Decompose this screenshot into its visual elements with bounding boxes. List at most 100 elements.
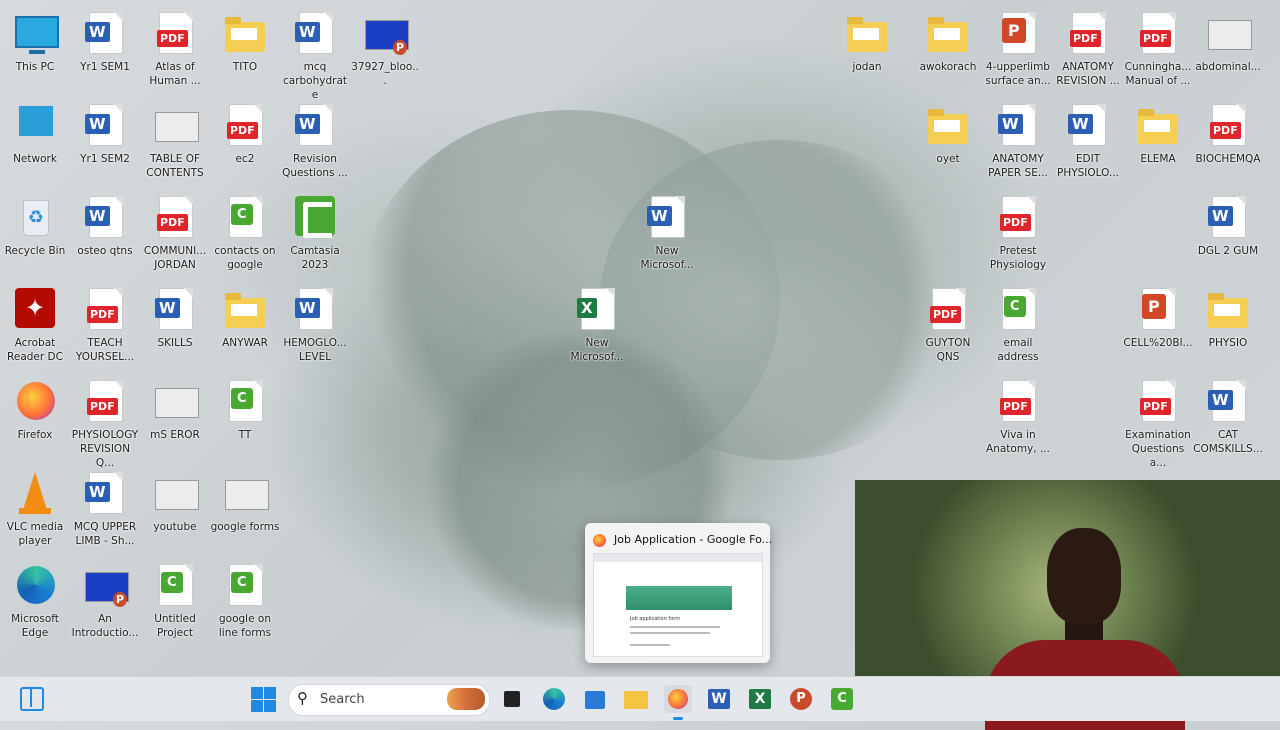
- taskbar-search-box[interactable]: ⚲ Search: [288, 684, 490, 716]
- desktop-icon[interactable]: PDF BIOCHEMQA: [1193, 98, 1263, 186]
- desktop-icon[interactable]: P 4-upperlimb surface an...: [983, 6, 1053, 94]
- excel-taskbar-button[interactable]: X: [746, 685, 774, 713]
- desktop-icon[interactable]: PDF ec2: [210, 98, 280, 186]
- desktop-icon[interactable]: PDF Viva in Anatomy, ...: [983, 374, 1053, 462]
- pdf-icon: PDF: [155, 196, 195, 240]
- desktop-icon[interactable]: abdominal...: [1193, 6, 1263, 94]
- folder-icon: [1208, 288, 1248, 332]
- desktop-icon[interactable]: W Yr1 SEM2: [70, 98, 140, 186]
- desktop-icon[interactable]: PDF Cunningha... Manual of ...: [1123, 6, 1193, 94]
- desktop-icon[interactable]: C Untitled Project: [140, 558, 210, 646]
- desktop-icon[interactable]: ✦ Acrobat Reader DC: [0, 282, 70, 370]
- desktop-icon[interactable]: PDF Examination Questions a...: [1123, 374, 1193, 469]
- widgets-button[interactable]: [18, 685, 46, 713]
- desktop-icon[interactable]: W SKILLS: [140, 282, 210, 370]
- ppt-thumb-icon: P: [365, 12, 409, 56]
- desktop-icon[interactable]: mS EROR: [140, 374, 210, 462]
- vlc-icon: [15, 472, 55, 516]
- desktop-icon[interactable]: This PC: [0, 6, 70, 94]
- thumb-icon: [155, 472, 199, 516]
- desktop-icon-label: Camtasia 2023: [290, 245, 340, 271]
- desktop-icon[interactable]: Network: [0, 98, 70, 186]
- desktop-icon[interactable]: oyet: [913, 98, 983, 186]
- desktop-icon[interactable]: Wmcq carbohydrate: [280, 6, 350, 101]
- desktop-icon-label: Cunningha... Manual of ...: [1124, 61, 1192, 87]
- desktop-icon[interactable]: ANYWAR: [210, 282, 280, 370]
- thumb-icon: [1208, 12, 1252, 56]
- desktop-icon[interactable]: google forms: [210, 466, 280, 554]
- desktop-icon[interactable]: TITO: [210, 6, 280, 94]
- desktop-icon-label: Yr1 SEM2: [80, 153, 130, 165]
- desktop-icon[interactable]: W CAT COMSKILLS...: [1193, 374, 1263, 462]
- preview-line: [630, 626, 720, 628]
- desktop-icon[interactable]: jodan: [832, 6, 902, 94]
- desktop-icon-label: HEMOGLO... LEVEL: [283, 337, 347, 363]
- desktop-icon[interactable]: PDF COMMUNI... JORDAN: [140, 190, 210, 278]
- word-icon: W: [1208, 196, 1248, 240]
- pdf-icon: PDF: [85, 380, 125, 424]
- desktop-icon[interactable]: PDF TEACH YOURSEL...: [70, 282, 140, 370]
- desktop-icon[interactable]: Ccontacts on google: [210, 190, 280, 278]
- search-placeholder: Search: [320, 692, 365, 707]
- store-taskbar-button[interactable]: [581, 685, 609, 713]
- desktop-icon[interactable]: W ANATOMY PAPER SE...: [983, 98, 1053, 186]
- powerpoint-taskbar-button[interactable]: P: [787, 685, 815, 713]
- desktop-icon-label: PHYSIO: [1208, 337, 1248, 349]
- desktop-icon[interactable]: youtube: [140, 466, 210, 554]
- desktop-icon[interactable]: W New Microsof...: [632, 190, 702, 278]
- desktop-icon[interactable]: X New Microsof...: [562, 282, 632, 370]
- task-view-button[interactable]: [498, 685, 526, 713]
- folder-icon: [1138, 104, 1178, 148]
- desktop-icon[interactable]: VLC media player: [0, 466, 70, 554]
- desktop-icon[interactable]: PDF GUYTON QNS: [913, 282, 983, 370]
- desktop-icon-label: contacts on google: [214, 245, 276, 271]
- desktop-icon-label: mcq carbohydrate: [282, 61, 347, 101]
- camtasia-taskbar-button[interactable]: C: [828, 685, 856, 713]
- desktop-icon[interactable]: Camtasia 2023: [280, 190, 350, 278]
- desktop-icon[interactable]: Firefox: [0, 374, 70, 462]
- desktop-icon[interactable]: Cgoogle on line forms: [210, 558, 280, 646]
- desktop-icon-label: PHYSIOLOGY REVISION Q...: [71, 429, 139, 469]
- desktop-icon[interactable]: awokorach: [913, 6, 983, 94]
- desktop-icon[interactable]: W Revision Questions ...: [280, 98, 350, 186]
- word-taskbar-button[interactable]: W: [705, 685, 733, 713]
- window-preview[interactable]: Job application form: [593, 553, 763, 657]
- pdf-icon: PDF: [85, 288, 125, 332]
- desktop-icon-label: youtube: [153, 521, 197, 533]
- desktop-icon-label: TABLE OF CONTENTS: [146, 153, 204, 179]
- word-icon: W: [85, 472, 125, 516]
- file-explorer-taskbar-button[interactable]: [622, 685, 650, 713]
- desktop-icon[interactable]: TABLE OF CONTENTS: [140, 98, 210, 186]
- edge-taskbar-button[interactable]: [540, 685, 568, 713]
- desktop-icon[interactable]: PDF ANATOMY REVISION ...: [1053, 6, 1123, 94]
- desktop-icon[interactable]: W DGL 2 GUM: [1193, 190, 1263, 278]
- desktop-icon[interactable]: PDF Pretest Physiology: [983, 190, 1053, 278]
- desktop-icon[interactable]: W HEMOGLO... LEVEL: [280, 282, 350, 370]
- desktop-icon[interactable]: Wosteo qtns: [70, 190, 140, 278]
- desktop-icon[interactable]: C TT: [210, 374, 280, 462]
- desktop-icon[interactable]: PDF PHYSIOLOGY REVISION Q...: [70, 374, 140, 469]
- desktop-icon[interactable]: ♻ Recycle Bin: [0, 190, 70, 278]
- desktop-icon[interactable]: W Yr1 SEM1: [70, 6, 140, 94]
- desktop-icon[interactable]: PHYSIO: [1193, 282, 1263, 370]
- start-button[interactable]: [249, 685, 277, 713]
- preview-line: [630, 644, 670, 646]
- desktop-icon[interactable]: P 37927_bloo...: [350, 6, 420, 94]
- desktop-icon-label: Yr1 SEM1: [80, 61, 130, 73]
- desktop-icon[interactable]: P CELL%20Bl...: [1123, 282, 1193, 370]
- taskbar-thumbnail-popup[interactable]: Job Application - Google Fo... Job appli…: [585, 523, 772, 663]
- desktop-icon-label: Untitled Project: [154, 613, 196, 639]
- desktop-icon[interactable]: P An Introductio...: [70, 558, 140, 646]
- desktop-icon[interactable]: PDF Atlas of Human ...: [140, 6, 210, 94]
- desktop-icon[interactable]: ELEMA: [1123, 98, 1193, 186]
- firefox-taskbar-button[interactable]: [664, 685, 692, 720]
- desktop-icon[interactable]: Cemail address: [983, 282, 1053, 370]
- desktop-icon[interactable]: Microsoft Edge: [0, 558, 70, 646]
- word-icon: W: [85, 12, 125, 56]
- word-icon: W: [1208, 380, 1248, 424]
- powerpoint-icon: P: [790, 688, 812, 710]
- desktop-icon-label: Firefox: [17, 429, 53, 441]
- desktop-icon[interactable]: W EDIT PHYSIOLO...: [1053, 98, 1123, 186]
- ppt-icon: P: [998, 12, 1038, 56]
- desktop-icon[interactable]: W MCQ UPPER LIMB - Sh...: [70, 466, 140, 554]
